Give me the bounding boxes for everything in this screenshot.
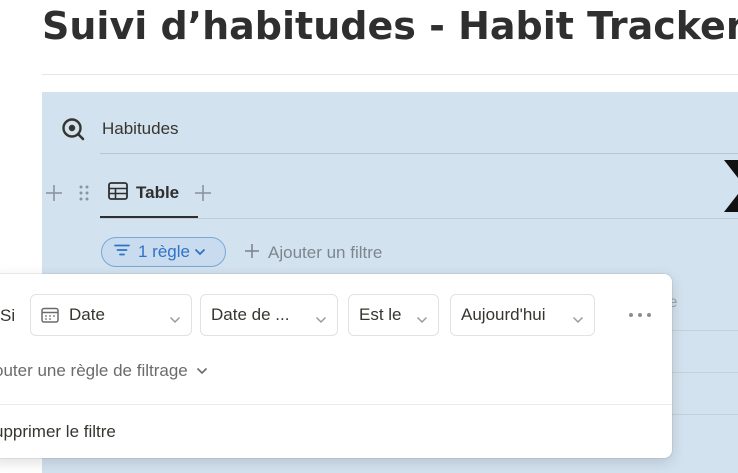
drag-handle-icon[interactable] — [76, 183, 92, 203]
operator-select[interactable]: Est le — [348, 294, 439, 336]
database-header-divider — [100, 153, 738, 154]
database-header[interactable]: Habitudes — [60, 114, 179, 144]
chevron-down-icon — [169, 309, 181, 329]
add-filter-rule-button[interactable]: outer une règle de filtrage — [0, 358, 208, 384]
add-filter-label: Ajouter un filtre — [268, 243, 383, 262]
chevron-down-icon — [416, 309, 428, 329]
title-divider — [42, 74, 738, 75]
chevron-down-icon — [572, 309, 584, 329]
view-tabs: Table — [44, 176, 213, 210]
background-row-divider — [672, 372, 738, 373]
delete-filter-button[interactable]: upprimer le filtre — [0, 422, 116, 442]
filter-rules-chip[interactable]: 1 règle — [101, 237, 226, 267]
chevron-down-icon — [315, 309, 327, 329]
operator-select-value: Est le — [359, 305, 402, 324]
calendar-icon — [41, 307, 59, 323]
date-field-select-value: Date de ... — [211, 305, 290, 324]
filter-rule-row: Si Date Date de ... Est le Aujourd'hui — [0, 294, 672, 338]
chevron-down-icon — [194, 243, 206, 261]
background-row-divider — [672, 330, 738, 331]
database-search-icon — [60, 116, 86, 142]
property-select[interactable]: Date — [30, 294, 192, 336]
filter-rules-label: 1 règle — [138, 242, 190, 261]
page-title: Suivi d’habitudes - Habit Tracker — [42, 4, 738, 48]
view-tabs-divider — [100, 218, 738, 219]
value-select-value: Aujourd'hui — [461, 305, 546, 324]
background-row-divider — [672, 414, 738, 415]
resize-handle-icon[interactable] — [724, 158, 738, 214]
rule-prefix: Si — [0, 306, 16, 325]
filter-lines-icon — [114, 243, 130, 261]
chevron-down-icon — [196, 362, 208, 380]
popover-divider — [0, 404, 672, 405]
value-select[interactable]: Aujourd'hui — [450, 294, 595, 336]
add-block-icon[interactable] — [44, 183, 64, 203]
property-select-value: Date — [69, 305, 105, 324]
date-field-select[interactable]: Date de ... — [200, 294, 338, 336]
tab-table[interactable]: Table — [106, 177, 181, 209]
add-filter-rule-label: outer une règle de filtrage — [0, 361, 188, 380]
add-view-icon[interactable] — [193, 183, 213, 203]
table-icon — [108, 181, 128, 205]
database-name[interactable]: Habitudes — [102, 119, 179, 139]
plus-icon — [244, 243, 260, 264]
add-filter-button[interactable]: Ajouter un filtre — [244, 240, 382, 266]
tab-table-label: Table — [136, 183, 180, 202]
more-options-icon[interactable] — [626, 306, 654, 324]
